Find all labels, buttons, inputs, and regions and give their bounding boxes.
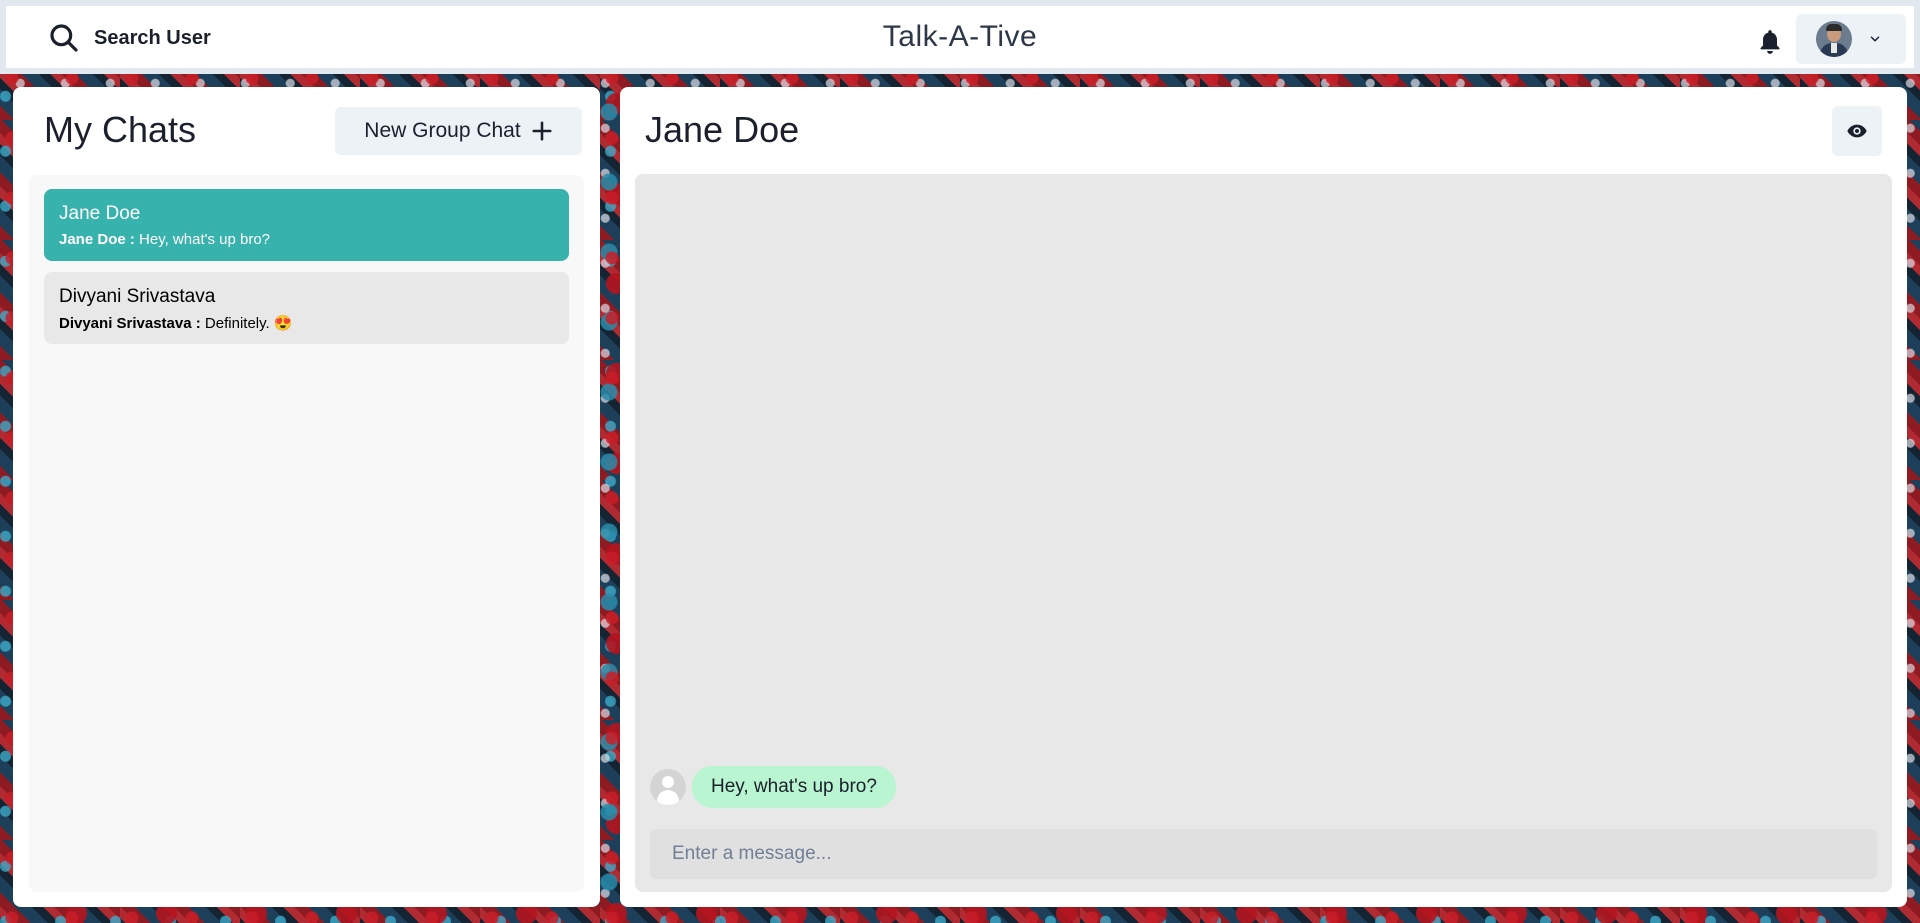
chat-list-item-divyani-srivastava[interactable]: Divyani Srivastava Divyani Srivastava : … (44, 272, 569, 344)
app-title: Talk-A-Tive (882, 20, 1038, 53)
sender-avatar[interactable] (650, 769, 686, 805)
new-group-chat-label: New Group Chat (364, 119, 521, 142)
chat-title: Jane Doe (645, 109, 800, 150)
view-profile-button[interactable] (1832, 106, 1882, 156)
chat-item-name: Jane Doe (59, 203, 141, 224)
message-row: Hey, what's up bro? (650, 766, 896, 808)
profile-menu-button[interactable] (1796, 14, 1906, 64)
my-chats-panel: My Chats New Group Chat Jane Doe Jane Do… (13, 87, 600, 907)
chat-box-panel: Jane Doe Hey, what's up bro? (620, 87, 1907, 907)
chevron-down-icon (1870, 36, 1880, 42)
chat-list-item-jane-doe[interactable]: Jane Doe Jane Doe : Hey, what's up bro? (44, 189, 569, 261)
chat-item-last-message: Definitely. 😍 (204, 315, 293, 332)
chat-list: Jane Doe Jane Doe : Hey, what's up bro? … (29, 175, 584, 892)
chat-item-preview: Divyani Srivastava : Definitely. 😍 (59, 314, 554, 332)
chat-item-sender: Jane Doe : (59, 231, 135, 248)
eye-icon (1847, 124, 1867, 138)
new-group-chat-button[interactable]: New Group Chat (335, 107, 582, 155)
chat-item-name: Divyani Srivastava (59, 286, 216, 307)
chat-item-preview: Jane Doe : Hey, what's up bro? (59, 231, 554, 248)
messages-area: Hey, what's up bro? (635, 174, 1892, 892)
top-bar-inner: Search User Talk-A-Tive (6, 6, 1914, 68)
message-input[interactable] (650, 829, 1877, 879)
plus-icon (532, 121, 552, 141)
user-avatar (1816, 21, 1852, 57)
message-bubble: Hey, what's up bro? (692, 766, 896, 808)
chat-item-last-message: Hey, what's up bro? (139, 231, 271, 248)
my-chats-title: My Chats (44, 109, 197, 150)
top-bar: Search User Talk-A-Tive (0, 0, 1920, 74)
chat-item-sender: Divyani Srivastava : (59, 315, 201, 332)
bell-icon[interactable] (1757, 28, 1783, 56)
